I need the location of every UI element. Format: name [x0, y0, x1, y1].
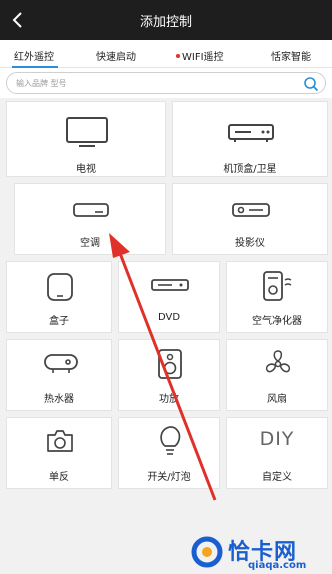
watermark: 恰卡网 qiaqa.com: [190, 530, 332, 574]
device-tile-switch-bulb[interactable]: 开关/灯泡: [118, 417, 220, 489]
tab-wifi-label: WIFI遥控: [182, 52, 224, 63]
diy-icon: DIY: [259, 428, 295, 450]
tab-tiqiaa-smart[interactable]: 恬家智能: [271, 48, 311, 63]
air-conditioner-icon: [73, 203, 109, 217]
top-nav-bar: 添加控制: [0, 0, 332, 40]
device-tile-custom[interactable]: DIY 自定义: [226, 417, 328, 489]
speaker-icon: [158, 349, 182, 379]
search-icon[interactable]: [303, 76, 319, 92]
device-label: 风扇: [267, 394, 287, 405]
device-label: 投影仪: [235, 238, 265, 249]
device-label: DVD: [157, 312, 181, 323]
fan-icon: [265, 350, 291, 373]
device-tile-air-conditioner[interactable]: 空调: [14, 183, 166, 255]
device-label: 空调: [80, 238, 100, 249]
watermark-logo-icon: [191, 536, 223, 568]
device-label: 机顶盒/卫星: [223, 164, 277, 175]
device-label: 功放: [159, 394, 179, 405]
device-tile-fan[interactable]: 风扇: [226, 339, 328, 411]
device-tile-dvd[interactable]: DVD: [118, 261, 220, 333]
new-badge-dot: [176, 54, 180, 58]
device-label: 空气净化器: [252, 316, 302, 327]
light-bulb-icon: [160, 426, 181, 455]
device-tile-camera[interactable]: 单反: [6, 417, 112, 489]
device-tile-air-purifier[interactable]: 空气净化器: [226, 261, 328, 333]
projector-icon: [232, 203, 270, 217]
tv-icon: [66, 117, 108, 147]
device-tile-tv[interactable]: 电视: [6, 101, 166, 177]
tab-quick-start[interactable]: 快速启动: [96, 48, 136, 63]
device-label: 开关/灯泡: [147, 472, 191, 483]
device-label: 电视: [76, 164, 96, 175]
tab-bar: 红外遥控 快速启动 WIFI遥控 恬家智能: [0, 40, 332, 68]
media-box-icon: [47, 273, 73, 301]
search-placeholder: 输入品牌 型号: [16, 79, 67, 88]
air-purifier-icon: [263, 271, 292, 301]
tab-infrared[interactable]: 红外遥控: [14, 48, 54, 63]
tab-wifi[interactable]: WIFI遥控: [176, 48, 224, 63]
device-tile-set-top-box[interactable]: 机顶盒/卫星: [172, 101, 328, 177]
camera-icon: [47, 430, 73, 452]
set-top-box-icon: [228, 124, 274, 142]
device-tile-media-box[interactable]: 盒子: [6, 261, 112, 333]
active-tab-indicator: [12, 66, 58, 68]
search-input[interactable]: 输入品牌 型号: [6, 72, 326, 94]
device-label: 单反: [49, 472, 69, 483]
device-tile-water-heater[interactable]: 热水器: [6, 339, 112, 411]
page-title: 添加控制: [139, 15, 192, 30]
dvd-player-icon: [151, 279, 189, 291]
device-label: 热水器: [44, 394, 74, 405]
water-heater-icon: [44, 354, 78, 373]
watermark-url: qiaqa.com: [248, 560, 307, 571]
device-label: 自定义: [262, 472, 292, 483]
device-tile-amplifier[interactable]: 功放: [118, 339, 220, 411]
device-label: 盒子: [49, 316, 69, 327]
device-tile-projector[interactable]: 投影仪: [172, 183, 328, 255]
